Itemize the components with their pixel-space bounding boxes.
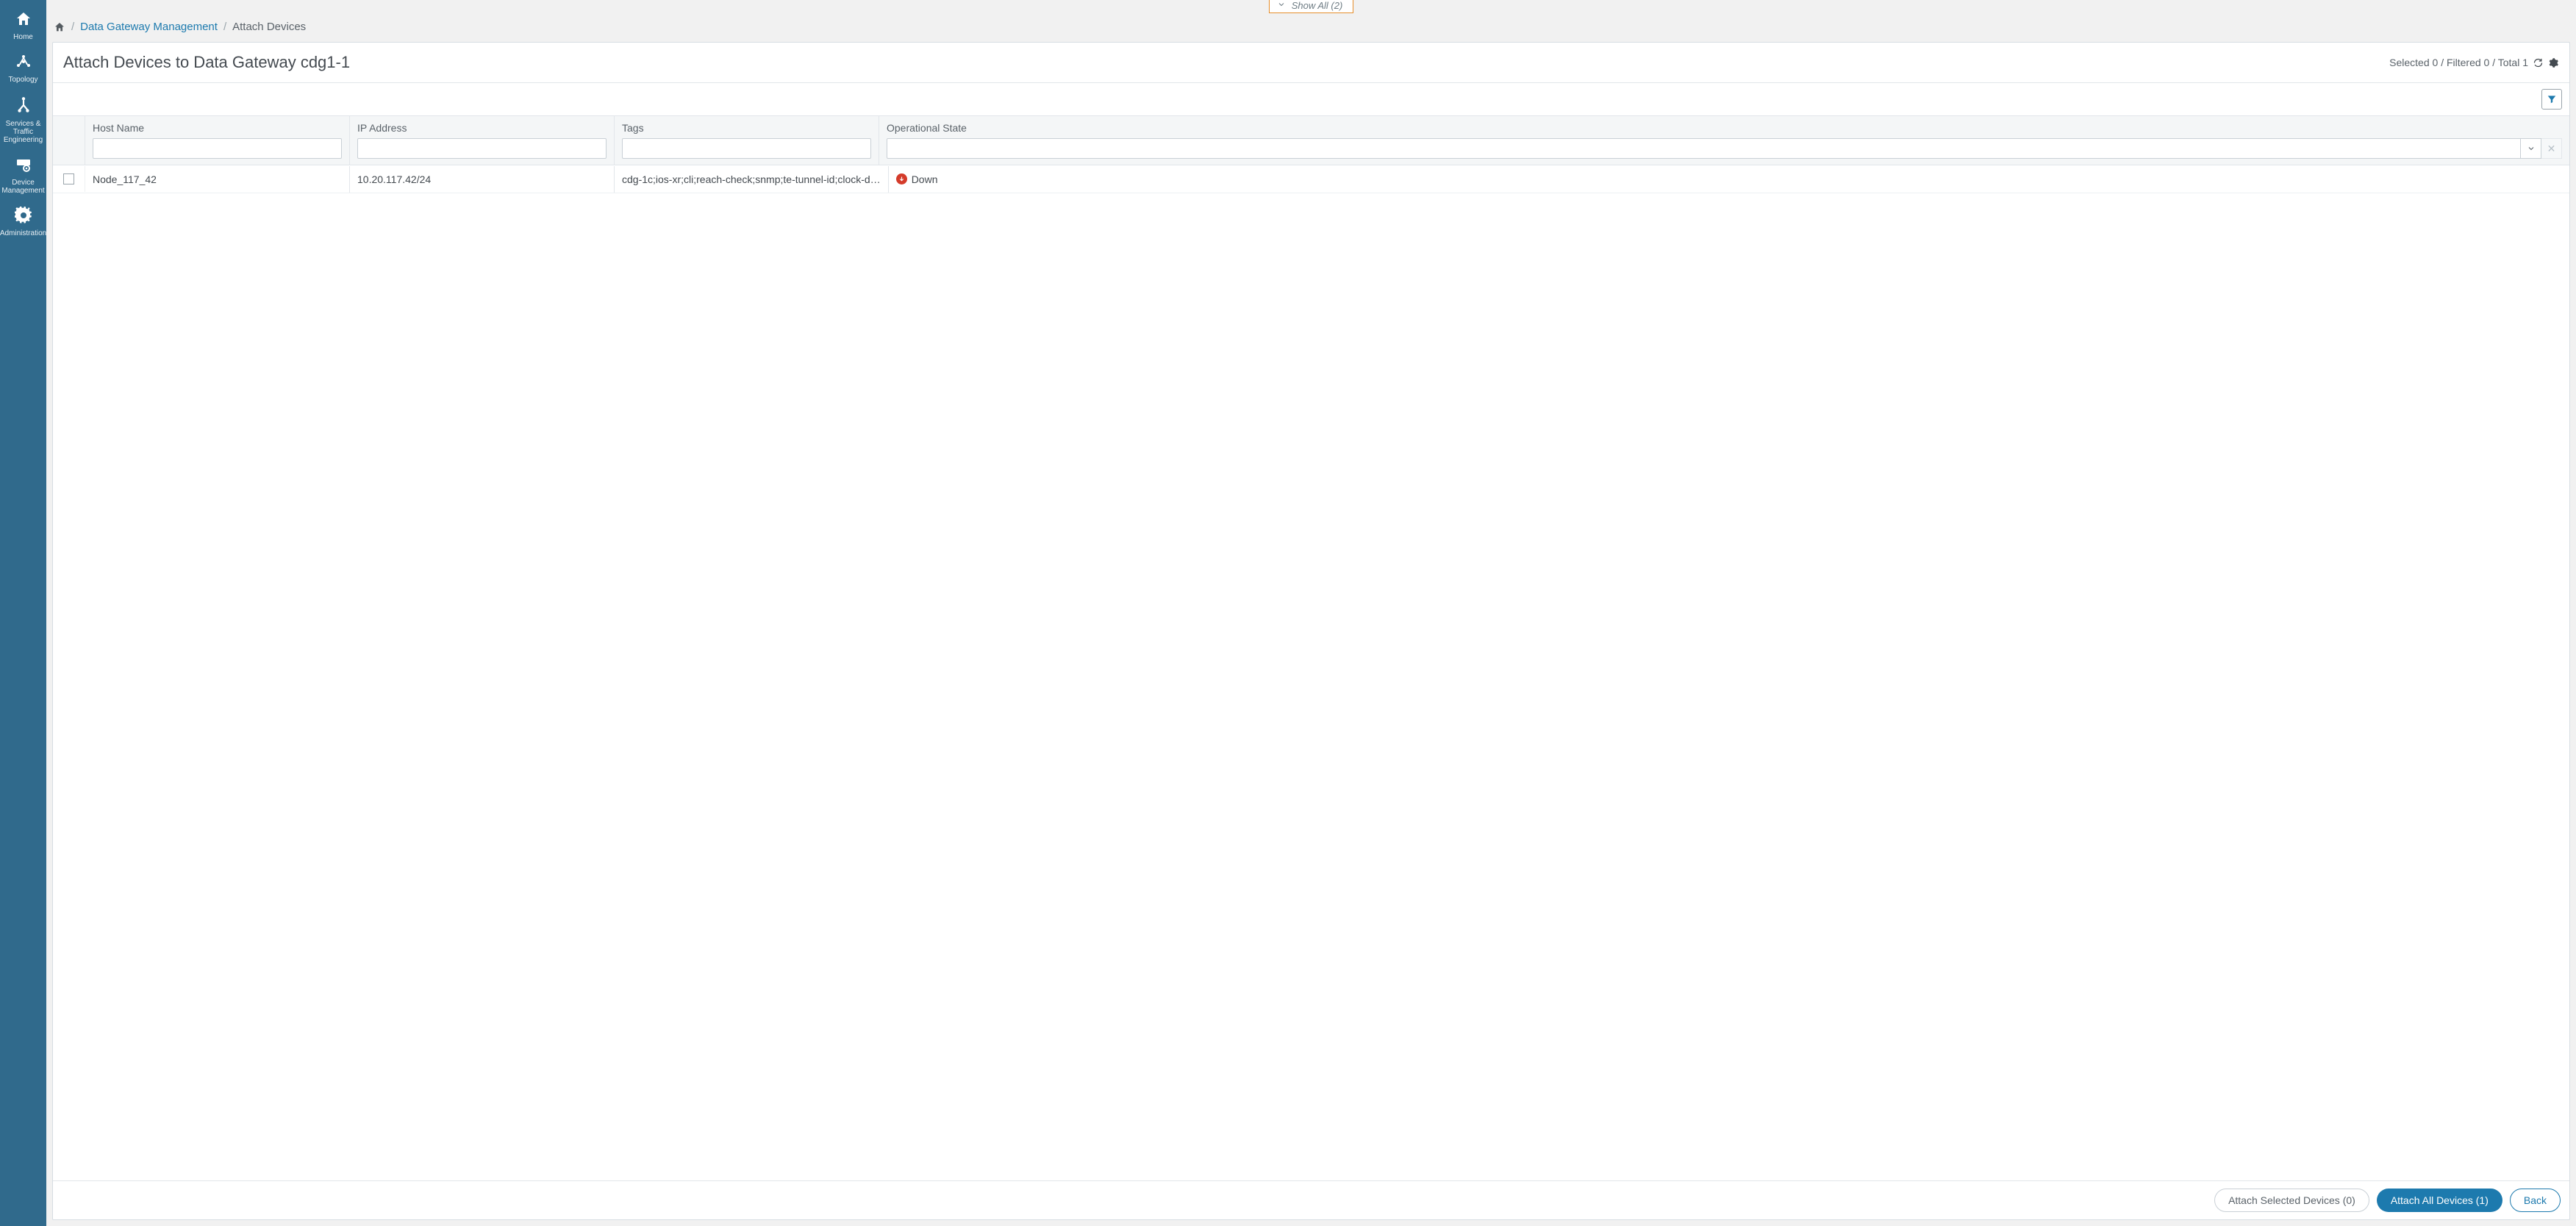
col-ip: IP Address bbox=[350, 116, 615, 165]
table-header: Host Name IP Address Tags Operational St… bbox=[53, 115, 2569, 165]
gear-icon bbox=[15, 207, 32, 226]
close-icon: ✕ bbox=[2547, 143, 2556, 155]
cell-host: Node_117_42 bbox=[93, 173, 342, 185]
refresh-icon[interactable] bbox=[2533, 57, 2544, 68]
sidebar-item-label: Topology bbox=[8, 76, 37, 84]
filter-button[interactable] bbox=[2541, 89, 2562, 110]
device-management-icon bbox=[15, 156, 32, 176]
attach-selected-button[interactable]: Attach Selected Devices (0) bbox=[2214, 1189, 2369, 1212]
filter-state-dropdown[interactable] bbox=[2521, 138, 2541, 159]
col-host: Host Name bbox=[85, 116, 350, 165]
col-tags-label: Tags bbox=[622, 122, 871, 134]
breadcrumb-sep: / bbox=[223, 21, 226, 33]
sidebar-item-label: Administration bbox=[0, 229, 46, 237]
cell-tags: cdg-1c;ios-xr;cli;reach-check;snmp;te-tu… bbox=[622, 173, 881, 185]
filter-state-clear[interactable]: ✕ bbox=[2541, 138, 2562, 159]
topology-icon bbox=[15, 53, 32, 73]
counts-text: Selected 0 / Filtered 0 / Total 1 bbox=[2389, 57, 2528, 68]
sidebar-item-label: Home bbox=[13, 33, 33, 41]
funnel-icon bbox=[2547, 94, 2557, 104]
sidebar-item-services[interactable]: Services & Traffic Engineering bbox=[0, 90, 46, 150]
card-header: Attach Devices to Data Gateway cdg1-1 Se… bbox=[53, 43, 2569, 83]
status-down-icon bbox=[896, 173, 907, 184]
home-icon bbox=[15, 10, 32, 30]
filter-host-input[interactable] bbox=[93, 138, 342, 159]
toolbar-row bbox=[53, 83, 2569, 115]
content-card: Attach Devices to Data Gateway cdg1-1 Se… bbox=[52, 42, 2570, 1220]
filter-ip-input[interactable] bbox=[357, 138, 607, 159]
breadcrumb-home-icon[interactable] bbox=[54, 21, 65, 33]
row-checkbox[interactable] bbox=[63, 173, 74, 184]
attach-all-button[interactable]: Attach All Devices (1) bbox=[2377, 1189, 2502, 1212]
breadcrumb: / Data Gateway Management / Attach Devic… bbox=[46, 10, 2576, 37]
show-all-band: Show All (2) bbox=[46, 0, 2576, 10]
table-body: Node_117_42 10.20.117.42/24 cdg-1c;ios-x… bbox=[53, 165, 2569, 1180]
chevron-down-icon bbox=[1277, 0, 1286, 10]
breadcrumb-link-dgm[interactable]: Data Gateway Management bbox=[80, 21, 218, 33]
sidebar-item-label: Services & Traffic Engineering bbox=[1, 120, 45, 144]
back-button[interactable]: Back bbox=[2510, 1189, 2561, 1212]
header-meta: Selected 0 / Filtered 0 / Total 1 bbox=[2389, 57, 2559, 68]
page-title: Attach Devices to Data Gateway cdg1-1 bbox=[63, 53, 350, 72]
sidebar-item-device-mgmt[interactable]: Device Management bbox=[0, 150, 46, 201]
chevron-down-icon bbox=[2527, 144, 2536, 153]
filter-tags-input[interactable] bbox=[622, 138, 871, 159]
main-area: Show All (2) / Data Gateway Management /… bbox=[46, 0, 2576, 1226]
filter-state-input[interactable] bbox=[887, 138, 2521, 159]
sidebar-item-home[interactable]: Home bbox=[0, 0, 46, 47]
services-icon bbox=[14, 96, 33, 117]
sidebar-item-administration[interactable]: Administration bbox=[0, 201, 46, 243]
breadcrumb-current: Attach Devices bbox=[232, 21, 306, 33]
show-all-label: Show All (2) bbox=[1292, 1, 1343, 10]
col-state: Operational State ✕ bbox=[879, 116, 2569, 165]
breadcrumb-sep: / bbox=[71, 21, 74, 33]
show-all-toggle[interactable]: Show All (2) bbox=[1269, 0, 1354, 13]
sidebar-item-label: Device Management bbox=[1, 179, 45, 195]
sidebar-item-topology[interactable]: Topology bbox=[0, 47, 46, 90]
settings-gear-icon[interactable] bbox=[2548, 57, 2559, 68]
col-tags: Tags bbox=[615, 116, 879, 165]
table-row: Node_117_42 10.20.117.42/24 cdg-1c;ios-x… bbox=[53, 165, 2569, 193]
col-host-label: Host Name bbox=[93, 122, 342, 134]
col-state-label: Operational State bbox=[887, 122, 2562, 134]
col-ip-label: IP Address bbox=[357, 122, 607, 134]
cell-ip: 10.20.117.42/24 bbox=[357, 173, 607, 185]
card-footer: Attach Selected Devices (0) Attach All D… bbox=[53, 1180, 2569, 1219]
cell-state: Down bbox=[912, 173, 938, 185]
left-sidebar: Home Topology Services & Traffic Enginee… bbox=[0, 0, 46, 1226]
col-checkbox bbox=[53, 116, 85, 165]
